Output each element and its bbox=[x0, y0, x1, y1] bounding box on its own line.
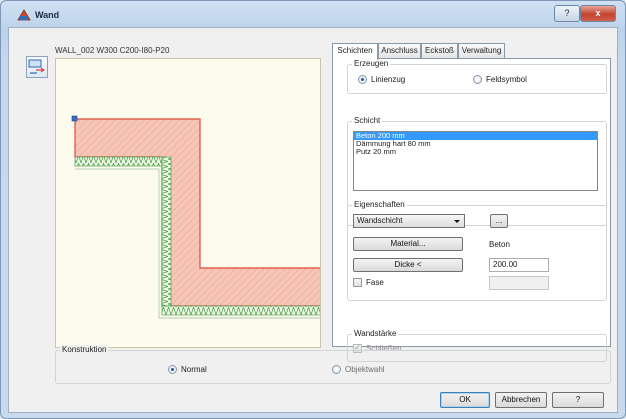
radio-dot bbox=[473, 75, 482, 84]
ellipsis-button[interactable]: ... bbox=[490, 214, 508, 228]
radio-dot bbox=[332, 365, 341, 374]
konstruktion-group: Konstruktion Normal Objektwahl bbox=[55, 345, 611, 384]
tab-schichten[interactable]: Schichten bbox=[332, 43, 378, 60]
insulation-layer-bottom bbox=[161, 305, 324, 316]
help-button[interactable]: ? bbox=[552, 392, 604, 408]
tab-panel-schichten: Erzeugen Linienzug Feldsymbol Schicht Be… bbox=[332, 58, 611, 362]
wall-pick-icon bbox=[28, 59, 45, 74]
layer-type-value: Wandschicht bbox=[357, 216, 403, 225]
wall-section-drawing bbox=[71, 115, 324, 319]
ok-button[interactable]: OK bbox=[440, 392, 490, 408]
layer-type-select[interactable]: Wandschicht bbox=[353, 214, 465, 228]
schicht-label: Schicht bbox=[352, 116, 383, 125]
layer-item[interactable]: Putz 20 mm bbox=[354, 148, 597, 156]
checkbox-box bbox=[353, 278, 362, 287]
title-help-button[interactable]: ? bbox=[554, 5, 580, 22]
radio-objektwahl-label: Objektwahl bbox=[345, 365, 385, 374]
wall-app-icon bbox=[17, 9, 31, 21]
title-bar[interactable]: Wand ? x bbox=[1, 1, 625, 27]
tab-eckstoss[interactable]: Eckstoß bbox=[421, 43, 458, 59]
close-button[interactable]: x bbox=[580, 5, 616, 22]
radio-objektwahl[interactable]: Objektwahl bbox=[332, 365, 385, 374]
eigenschaften-label: Eigenschaften bbox=[352, 200, 407, 209]
material-button[interactable]: Material... bbox=[353, 237, 463, 251]
dicke-button[interactable]: Dicke < bbox=[353, 258, 463, 272]
radio-dot bbox=[168, 365, 177, 374]
wandstaerke-label: Wandstärke bbox=[352, 329, 399, 338]
layer-listbox[interactable]: Beton 200 mm Dämmung hart 80 mm Putz 20 … bbox=[353, 131, 598, 191]
radio-normal-label: Normal bbox=[181, 365, 207, 374]
radio-linienzug-label: Linienzug bbox=[371, 75, 406, 84]
fase-input[interactable] bbox=[489, 276, 549, 290]
dialog-window: Wand ? x WALL_002 W300 C200-I80-P20 Schi… bbox=[0, 0, 626, 419]
material-value: Beton bbox=[489, 240, 510, 249]
window-title: Wand bbox=[35, 10, 60, 20]
erzeugen-label: Erzeugen bbox=[352, 59, 391, 68]
fase-label: Fase bbox=[366, 278, 384, 287]
radio-feldsymbol-label: Feldsymbol bbox=[486, 75, 527, 84]
dicke-input[interactable]: 200.00 bbox=[489, 258, 549, 272]
konstruktion-label: Konstruktion bbox=[60, 345, 109, 354]
start-point-handle bbox=[71, 115, 78, 122]
erzeugen-group: Erzeugen Linienzug Feldsymbol bbox=[347, 59, 607, 94]
cancel-button[interactable]: Abbrechen bbox=[495, 392, 547, 408]
eigenschaften-group: Eigenschaften Wandschicht ... Material..… bbox=[347, 200, 607, 301]
concrete-layer bbox=[74, 118, 324, 307]
wall-type-label: WALL_002 W300 C200-I80-P20 bbox=[55, 46, 170, 55]
tab-verwaltung[interactable]: Verwaltung bbox=[458, 43, 505, 59]
radio-feldsymbol[interactable]: Feldsymbol bbox=[473, 75, 527, 84]
radio-dot bbox=[358, 75, 367, 84]
wall-preview bbox=[55, 58, 324, 348]
insulation-layer-top bbox=[74, 156, 163, 167]
radio-linienzug[interactable]: Linienzug bbox=[358, 75, 405, 84]
radio-normal[interactable]: Normal bbox=[168, 365, 207, 374]
dialog-client: WALL_002 W300 C200-I80-P20 Schichten Ans… bbox=[8, 27, 618, 413]
insulation-layer-vertical bbox=[161, 156, 172, 307]
tab-anschluss[interactable]: Anschluss bbox=[378, 43, 421, 59]
pick-wall-button[interactable] bbox=[26, 56, 48, 78]
chevron-down-icon bbox=[454, 220, 460, 223]
fase-checkbox[interactable]: Fase bbox=[353, 278, 384, 287]
